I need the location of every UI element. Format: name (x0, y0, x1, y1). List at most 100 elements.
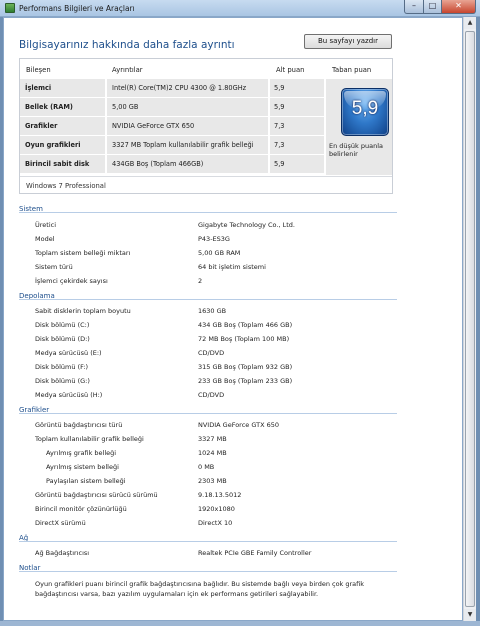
score-row-details: Intel(R) Core(TM)2 CPU 4300 @ 1.80GHz (112, 84, 247, 92)
base-score-value: 5,9 (351, 98, 379, 119)
detail-row: Medya sürücüsü (E:) CD/DVD (4, 347, 462, 360)
scroll-up-arrow-icon[interactable]: ▲ (464, 17, 476, 29)
column-base-score: Taban puan (332, 66, 372, 74)
detail-key: Ayrılmış grafik belleği (46, 449, 117, 457)
vertical-scrollbar[interactable]: ▲ ▼ (463, 17, 476, 621)
score-row-details: 5,00 GB (112, 103, 139, 111)
minimize-button[interactable]: – (404, 0, 424, 14)
detail-value: DirectX 10 (198, 519, 233, 527)
detail-key: Disk bölümü (C:) (35, 321, 90, 329)
window-controls: – □ ✕ (404, 0, 476, 14)
detail-key: Toplam kullanılabilir grafik belleği (35, 435, 144, 443)
base-score-caption: En düşük puanla belirlenir (329, 142, 384, 158)
detail-row: Disk bölümü (D:) 72 MB Boş (Toplam 100 MB… (4, 333, 462, 346)
detail-row: DirectX sürümü DirectX 10 (4, 517, 462, 530)
score-row-component: İşlemci (25, 84, 52, 92)
score-row-subscore: 7,3 (274, 122, 285, 130)
section-divider (19, 571, 397, 572)
detail-row: Ayrılmış sistem belleği 0 MB (4, 461, 462, 474)
score-row-subscore: 5,9 (274, 84, 285, 92)
score-row-component: Birincil sabit disk (25, 160, 90, 168)
detail-key: Disk bölümü (G:) (35, 377, 90, 385)
detail-key: İşlemci çekirdek sayısı (35, 277, 108, 285)
detail-value: 2 (198, 277, 203, 285)
section-divider (19, 212, 397, 213)
detail-value: NVIDIA GeForce GTX 650 (198, 421, 280, 429)
score-row-component: Grafikler (25, 122, 58, 130)
detail-value: 1024 MB (198, 449, 227, 457)
content-pane: Bilgisayarınız hakkında daha fazla ayrın… (3, 17, 463, 621)
title-bar: Performans Bilgileri ve Araçları – □ ✕ (0, 0, 480, 17)
detail-row: Medya sürücüsü (H:) CD/DVD (4, 389, 462, 402)
score-table: Bileşen Ayrıntılar Alt puan Taban puan İ… (19, 58, 393, 194)
os-name: Windows 7 Professional (26, 182, 106, 190)
detail-value: 434 GB Boş (Toplam 466 GB) (198, 321, 293, 329)
close-button[interactable]: ✕ (442, 0, 476, 14)
scroll-down-arrow-icon[interactable]: ▼ (464, 609, 476, 621)
detail-row: Toplam kullanılabilir grafik belleği 3327… (4, 433, 462, 446)
detail-row: Birincil monitör çözünürlüğü 1920x1080 (4, 503, 462, 516)
detail-key: Ağ Bağdaştırıcısı (35, 549, 90, 557)
score-row-details: 434GB Boş (Toplam 466GB) (112, 160, 204, 168)
base-score-badge-icon: 5,9 (341, 88, 389, 136)
window-title: Performans Bilgileri ve Araçları (19, 4, 135, 13)
score-row-subscore: 5,9 (274, 160, 285, 168)
detail-key: Disk bölümü (F:) (35, 363, 89, 371)
detail-row: İşlemci çekirdek sayısı 2 (4, 275, 462, 288)
detail-key: Toplam sistem belleği miktarı (35, 249, 131, 257)
detail-row: Sistem türü 64 bit işletim sistemi (4, 261, 462, 274)
column-details: Ayrıntılar (112, 66, 143, 74)
score-row-component: Oyun grafikleri (25, 141, 81, 149)
detail-key: Birincil monitör çözünürlüğü (35, 505, 127, 513)
detail-row: Disk bölümü (G:) 233 GB Boş (Toplam 233 G… (4, 375, 462, 388)
scrollbar-thumb[interactable] (465, 31, 475, 607)
detail-value: 315 GB Boş (Toplam 932 GB) (198, 363, 293, 371)
detail-key: Görüntü bağdaştırıcısı sürücü sürümü (35, 491, 158, 499)
page-heading: Bilgisayarınız hakkında daha fazla ayrın… (19, 39, 235, 51)
score-row-subscore: 7,3 (274, 141, 285, 149)
section-divider (19, 413, 397, 414)
column-component: Bileşen (26, 66, 51, 74)
window-bottom-frame (0, 621, 480, 626)
score-row-subscore: 5,9 (274, 103, 285, 111)
print-page-button[interactable]: Bu sayfayı yazdır (304, 34, 392, 49)
detail-key: Üretici (35, 221, 57, 229)
detail-value: P43-ES3G (198, 235, 230, 243)
score-row-details: NVIDIA GeForce GTX 650 (112, 122, 195, 130)
detail-value: 0 MB (198, 463, 215, 471)
detail-value: 1920x1080 (198, 505, 235, 513)
detail-value: Realtek PCIe GBE Family Controller (198, 549, 312, 557)
detail-key: Sabit disklerin toplam boyutu (35, 307, 131, 315)
detail-value: Gigabyte Technology Co., Ltd. (198, 221, 295, 229)
base-score-cell: 5,9 En düşük puanla belirlenir (326, 79, 392, 175)
detail-row: Üretici Gigabyte Technology Co., Ltd. (4, 219, 462, 232)
os-row: Windows 7 Professional (20, 176, 392, 193)
detail-row: Toplam sistem belleği miktarı 5,00 GB RAM (4, 247, 462, 260)
detail-value: 3327 MB (198, 435, 227, 443)
detail-row: Paylaşılan sistem belleği 2303 MB (4, 475, 462, 488)
section-divider (19, 541, 397, 542)
detail-value: 9.18.13.5012 (198, 491, 242, 499)
detail-key: Model (35, 235, 55, 243)
detail-key: DirectX sürümü (35, 519, 86, 527)
detail-value: 2303 MB (198, 477, 227, 485)
detail-row: Görüntü bağdaştırıcısı türü NVIDIA GeForc… (4, 419, 462, 432)
detail-value: CD/DVD (198, 349, 225, 357)
notes-text: Oyun grafikleri puanı birincil grafik ba… (35, 580, 365, 598)
section-divider (19, 299, 397, 300)
score-table-header: Bileşen Ayrıntılar Alt puan Taban puan (20, 59, 392, 79)
score-row-details: 3327 MB Toplam kullanılabilir grafik bel… (112, 141, 254, 149)
detail-key: Disk bölümü (D:) (35, 335, 90, 343)
detail-row: Ayrılmış grafik belleği 1024 MB (4, 447, 462, 460)
detail-key: Ayrılmış sistem belleği (46, 463, 119, 471)
maximize-button[interactable]: □ (424, 0, 442, 14)
detail-value: 1630 GB (198, 307, 227, 315)
detail-row: Sabit disklerin toplam boyutu 1630 GB (4, 305, 462, 318)
detail-row: Disk bölümü (C:) 434 GB Boş (Toplam 466 G… (4, 319, 462, 332)
detail-value: 72 MB Boş (Toplam 100 MB) (198, 335, 290, 343)
detail-row: Görüntü bağdaştırıcısı sürücü sürümü 9.18… (4, 489, 462, 502)
performance-app-icon (5, 3, 15, 13)
detail-key: Medya sürücüsü (H:) (35, 391, 103, 399)
detail-key: Medya sürücüsü (E:) (35, 349, 102, 357)
column-subscore: Alt puan (276, 66, 305, 74)
